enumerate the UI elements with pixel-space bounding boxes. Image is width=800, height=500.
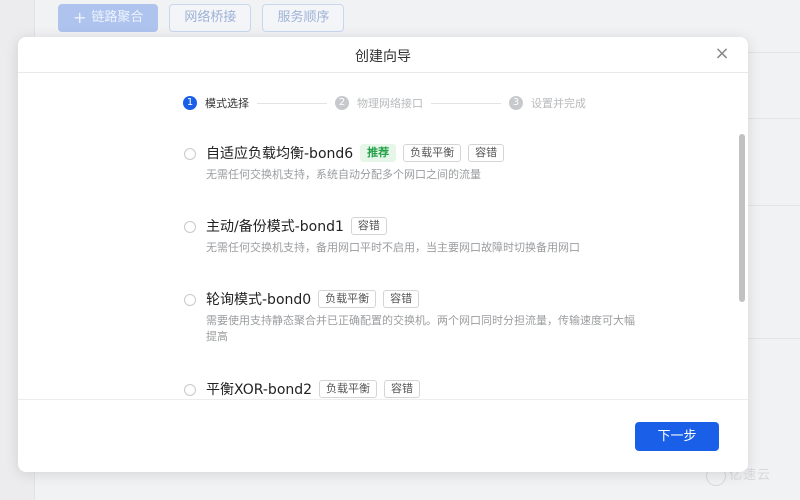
service-order-button[interactable]: 服务顺序: [262, 4, 345, 32]
background-toolbar: + 链路聚合 网络桥接 服务顺序: [58, 4, 345, 32]
tag-fault-tolerance: 容错: [468, 144, 505, 162]
option-description: 需要使用支持静态聚合并已正确配置的交换机。两个网口同时分担流量，传输速度可大幅提…: [206, 314, 635, 343]
option-title: 轮询模式-bond0: [206, 292, 312, 308]
step-connector: [257, 102, 327, 104]
option-title: 主动/备份模式-bond1: [206, 219, 344, 235]
divider: [748, 52, 800, 53]
option-title: 平衡XOR-bond2: [206, 382, 313, 398]
create-wizard-modal: 创建向导 × 1 模式选择 2 物理网络接口 3 设置并完成 自适应负载均衡-b…: [18, 37, 748, 472]
divider: [748, 205, 800, 206]
option-title-row: 自适应负载均衡-bond6 推荐 负载平衡 容错: [206, 143, 505, 163]
close-icon[interactable]: ×: [712, 44, 732, 64]
plus-icon: +: [73, 8, 87, 27]
option-title: 自适应负载均衡-bond6: [206, 146, 354, 162]
wizard-steps: 1 模式选择 2 物理网络接口 3 设置并完成: [183, 95, 586, 111]
scrollbar-thumb[interactable]: [739, 134, 745, 302]
step-1: 1 模式选择: [183, 95, 249, 111]
radio-bond2[interactable]: [184, 384, 196, 396]
mode-options-list: 自适应负载均衡-bond6 推荐 负载平衡 容错 无需任何交换机支持，系统自动分…: [18, 132, 738, 400]
modal-title: 创建向导: [355, 49, 411, 65]
link-aggregation-button[interactable]: + 链路聚合: [58, 4, 159, 32]
step-number: 3: [509, 96, 523, 110]
option-title-row: 平衡XOR-bond2 负载平衡 容错: [206, 379, 421, 399]
radio-bond1[interactable]: [184, 221, 196, 233]
option-description: 无需任何交换机支持，备用网口平时不启用，当主要网口故障时切换备用网口: [206, 241, 580, 254]
tag-load-balance: 负载平衡: [318, 290, 377, 308]
network-bridge-button[interactable]: 网络桥接: [169, 4, 252, 32]
step-label: 模式选择: [205, 97, 249, 110]
footer-divider: [18, 399, 748, 400]
tag-load-balance: 负载平衡: [403, 144, 462, 162]
step-3: 3 设置并完成: [509, 95, 586, 111]
option-title-row: 轮询模式-bond0 负载平衡 容错: [206, 289, 420, 309]
step-connector: [431, 102, 501, 104]
recommend-badge: 推荐: [360, 144, 397, 162]
radio-bond0[interactable]: [184, 294, 196, 306]
tag-fault-tolerance: 容错: [383, 290, 420, 308]
step-number: 1: [183, 96, 197, 110]
divider: [748, 118, 800, 119]
step-label: 物理网络接口: [357, 97, 423, 110]
tag-load-balance: 负载平衡: [319, 380, 378, 398]
tag-fault-tolerance: 容错: [350, 217, 387, 235]
divider: [748, 338, 800, 339]
step-number: 2: [335, 96, 349, 110]
step-2: 2 物理网络接口: [335, 95, 423, 111]
option-description: 无需任何交换机支持，系统自动分配多个网口之间的流量: [206, 168, 481, 181]
modal-header: 创建向导 ×: [18, 37, 748, 73]
step-label: 设置并完成: [531, 97, 586, 110]
next-step-button[interactable]: 下一步: [635, 422, 719, 451]
option-title-row: 主动/备份模式-bond1 容错: [206, 216, 387, 236]
link-aggregation-label: 链路聚合: [91, 10, 144, 25]
tag-fault-tolerance: 容错: [384, 380, 421, 398]
radio-bond6[interactable]: [184, 148, 196, 160]
